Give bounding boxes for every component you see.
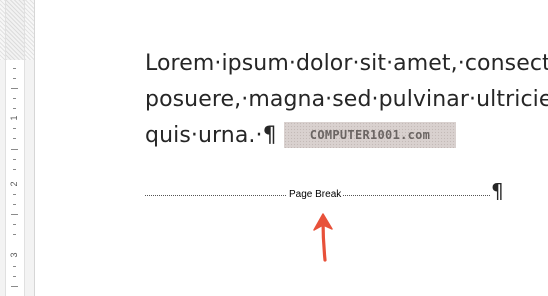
ruler-tick (13, 169, 16, 170)
ruler-number: 2 (9, 181, 19, 187)
ruler-tick (11, 214, 18, 215)
ruler-tick (11, 88, 18, 89)
ruler-tick (13, 276, 16, 277)
ruler-number: 1 (9, 115, 19, 121)
ruler-tick (11, 149, 18, 150)
ruler-tick (13, 98, 16, 99)
document-window: 1 2 3 Lorem·ipsum·dolor·sit·amet,·consec… (0, 0, 548, 296)
pointer-arrow-icon (313, 213, 333, 262)
ruler-number: 3 (9, 252, 19, 258)
ruler-tick (13, 224, 16, 225)
page-break-label: Page Break (287, 188, 344, 201)
ruler-tick (13, 128, 16, 129)
ruler-tick (13, 204, 16, 205)
ruler-tick (13, 234, 16, 235)
ruler-tick (11, 286, 18, 287)
site-watermark: COMPUTER1001.com (284, 122, 456, 148)
ruler-tick (13, 108, 16, 109)
ruler-top-margin (5, 0, 25, 60)
paragraph-line-3[interactable]: quis·urna.·¶ (145, 123, 277, 148)
paragraph-line-1[interactable]: Lorem·ipsum·dolor·sit·amet,·consecte (145, 51, 548, 76)
paragraph-mark: ¶ (491, 179, 504, 203)
ruler-tick (13, 68, 16, 69)
vertical-ruler[interactable]: 1 2 3 (0, 0, 35, 296)
ruler-tick (13, 138, 16, 139)
paragraph-line-2[interactable]: posuere,·magna·sed·pulvinar·ultricies, (145, 87, 548, 112)
ruler-tick (13, 194, 16, 195)
ruler-tick (13, 266, 16, 267)
ruler-tick (13, 159, 16, 160)
ruler-tick (13, 78, 16, 79)
